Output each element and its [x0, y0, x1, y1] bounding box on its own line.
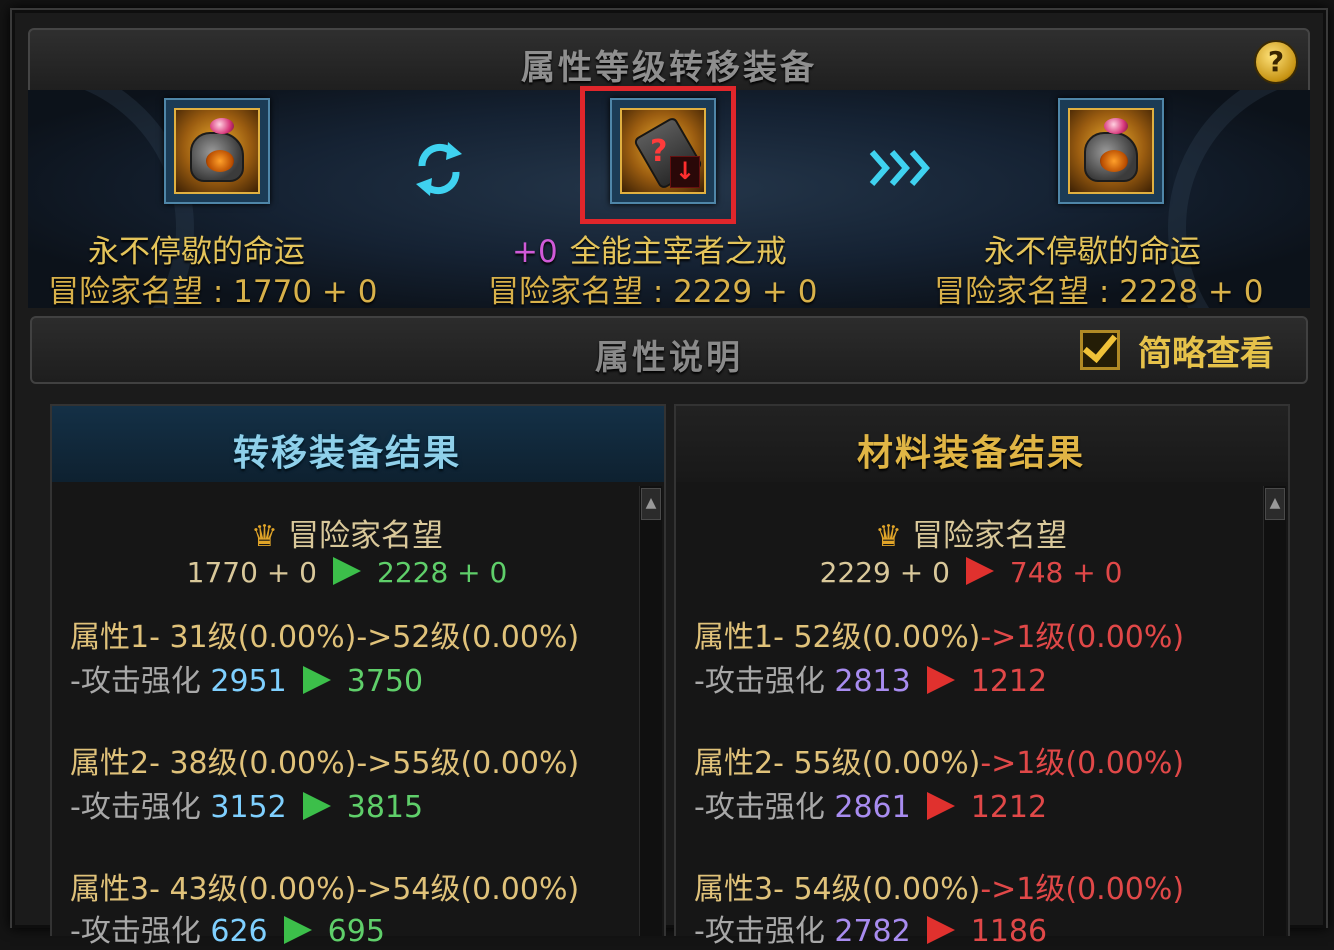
reputation-label: 冒险家名望	[287, 518, 443, 554]
attr-level-from: 属性3- 54级(0.00%)	[694, 872, 981, 907]
stat-to: 3750	[346, 664, 424, 699]
title-bar: 属性等级转移装备 ?	[28, 28, 1310, 92]
result-item-name: 永不停歇的命运	[984, 234, 1201, 270]
reputation-header: ♛ 冒险家名望	[52, 510, 642, 555]
stat-from: 2782	[834, 914, 911, 949]
reputation-change: 2229 + 0 748 + 0	[676, 556, 1266, 589]
stat-from: 3152	[210, 790, 287, 825]
section-bar: 属性说明 简略查看	[30, 316, 1308, 384]
crown-icon: ♛	[251, 519, 278, 554]
reputation-change: 1770 + 0 2228 + 0	[52, 556, 642, 589]
stat-to: 1212	[970, 790, 1048, 825]
attr-3-label: 属性3- 43级(0.00%)->54级(0.00%)	[70, 872, 580, 907]
attr-3-stat: -攻击强化 2782 1186	[694, 906, 1047, 950]
material-result-panel: 材料装备结果 ▲ ♛ 冒险家名望 2229 + 0 748 + 0 属性1- 52级…	[674, 404, 1290, 949]
scroll-up-button[interactable]: ▲	[641, 488, 661, 520]
material-item-reputation: 冒险家名望 : 2229 + 0	[488, 274, 818, 308]
reputation-from: 2229 + 0	[819, 556, 950, 589]
window-title: 属性等级转移装备	[521, 48, 817, 88]
attr-1-stat: -攻击强化 2951 3750	[70, 656, 423, 700]
red-arrow-icon	[926, 666, 955, 694]
stat-name: -攻击强化	[694, 664, 825, 699]
red-arrow-icon	[926, 916, 955, 944]
stat-to: 1186	[970, 914, 1048, 949]
panel-header: 材料装备结果	[676, 406, 1288, 482]
attr-2-label: 属性2- 55级(0.00%)->1级(0.00%)	[694, 738, 1184, 782]
green-arrow-icon	[302, 666, 331, 694]
stat-to: 695	[327, 914, 385, 949]
brief-view-label[interactable]: 简略查看	[1138, 326, 1274, 375]
attr-2-stat: -攻击强化 2861 1212	[694, 782, 1047, 826]
reputation-label: 冒险家名望	[911, 518, 1067, 554]
panel-title: 转移装备结果	[232, 433, 461, 474]
green-arrow-icon	[333, 557, 361, 585]
green-arrow-icon	[283, 916, 312, 944]
attr-3-stat: -攻击强化 626 695	[70, 906, 385, 950]
stat-to: 1212	[970, 664, 1048, 699]
enhance-level: +0	[512, 234, 558, 270]
stat-name: -攻击强化	[694, 914, 825, 949]
stat-name: -攻击强化	[70, 914, 201, 949]
panel-title: 材料装备结果	[856, 433, 1085, 474]
source-item-name: 永不停歇的命运	[88, 234, 305, 270]
result-equipment-slot[interactable]	[1058, 98, 1164, 204]
attr-2-stat: -攻击强化 3152 3815	[70, 782, 423, 826]
attr-level-to: ->1级(0.00%)	[980, 746, 1185, 781]
triple-arrow-icon	[869, 150, 930, 186]
crown-icon: ♛	[875, 519, 902, 554]
stat-name: -攻击强化	[70, 664, 201, 699]
material-item-label: 全能主宰者之戒	[569, 234, 787, 270]
green-arrow-icon	[302, 792, 331, 820]
scrollbar[interactable]: ▲	[1263, 486, 1286, 936]
cycle-icon	[416, 142, 462, 196]
stat-from: 2813	[834, 664, 911, 699]
attr-level-from: 属性2- 55级(0.00%)	[694, 746, 981, 781]
attr-1-label: 属性1- 52级(0.00%)->1级(0.00%)	[694, 612, 1184, 656]
stat-from: 2951	[210, 664, 287, 699]
reputation-header: ♛ 冒险家名望	[676, 510, 1266, 555]
highlight-box	[580, 86, 736, 224]
attr-level-to: ->1级(0.00%)	[980, 872, 1185, 907]
attr-level-to: ->1级(0.00%)	[980, 620, 1185, 655]
reputation-from: 1770 + 0	[186, 556, 317, 589]
stat-from: 626	[210, 914, 268, 949]
stat-to: 3815	[346, 790, 424, 825]
reputation-to: 2228 + 0	[377, 556, 508, 589]
attr-1-label: 属性1- 31级(0.00%)->52级(0.00%)	[70, 620, 580, 655]
reputation-to: 748 + 0	[1009, 556, 1123, 589]
brief-view-checkbox[interactable]	[1080, 330, 1120, 370]
panel-header: 转移装备结果	[52, 406, 664, 482]
stat-from: 2861	[834, 790, 911, 825]
scroll-up-button[interactable]: ▲	[1265, 488, 1285, 520]
scrollbar[interactable]: ▲	[639, 486, 662, 936]
transfer-result-panel: 转移装备结果 ▲ ♛ 冒险家名望 1770 + 0 2228 + 0 属性1- 31…	[50, 404, 666, 949]
attr-level-from: 属性1- 52级(0.00%)	[694, 620, 981, 655]
attr-1-stat: -攻击强化 2813 1212	[694, 656, 1047, 700]
red-arrow-icon	[926, 792, 955, 820]
help-button[interactable]: ?	[1254, 40, 1298, 84]
attr-3-label: 属性3- 54级(0.00%)->1级(0.00%)	[694, 864, 1184, 908]
material-item-name: +0 全能主宰者之戒	[512, 226, 787, 271]
attr-2-label: 属性2- 38级(0.00%)->55级(0.00%)	[70, 746, 580, 781]
stat-name: -攻击强化	[694, 790, 825, 825]
helmet-icon	[174, 108, 260, 194]
result-item-reputation: 冒险家名望 : 2228 + 0	[934, 274, 1264, 308]
source-equipment-slot[interactable]	[164, 98, 270, 204]
helmet-icon	[1068, 108, 1154, 194]
red-arrow-icon	[965, 557, 994, 585]
source-item-reputation: 冒险家名望 : 1770 + 0	[48, 274, 378, 308]
stat-name: -攻击强化	[70, 790, 201, 825]
